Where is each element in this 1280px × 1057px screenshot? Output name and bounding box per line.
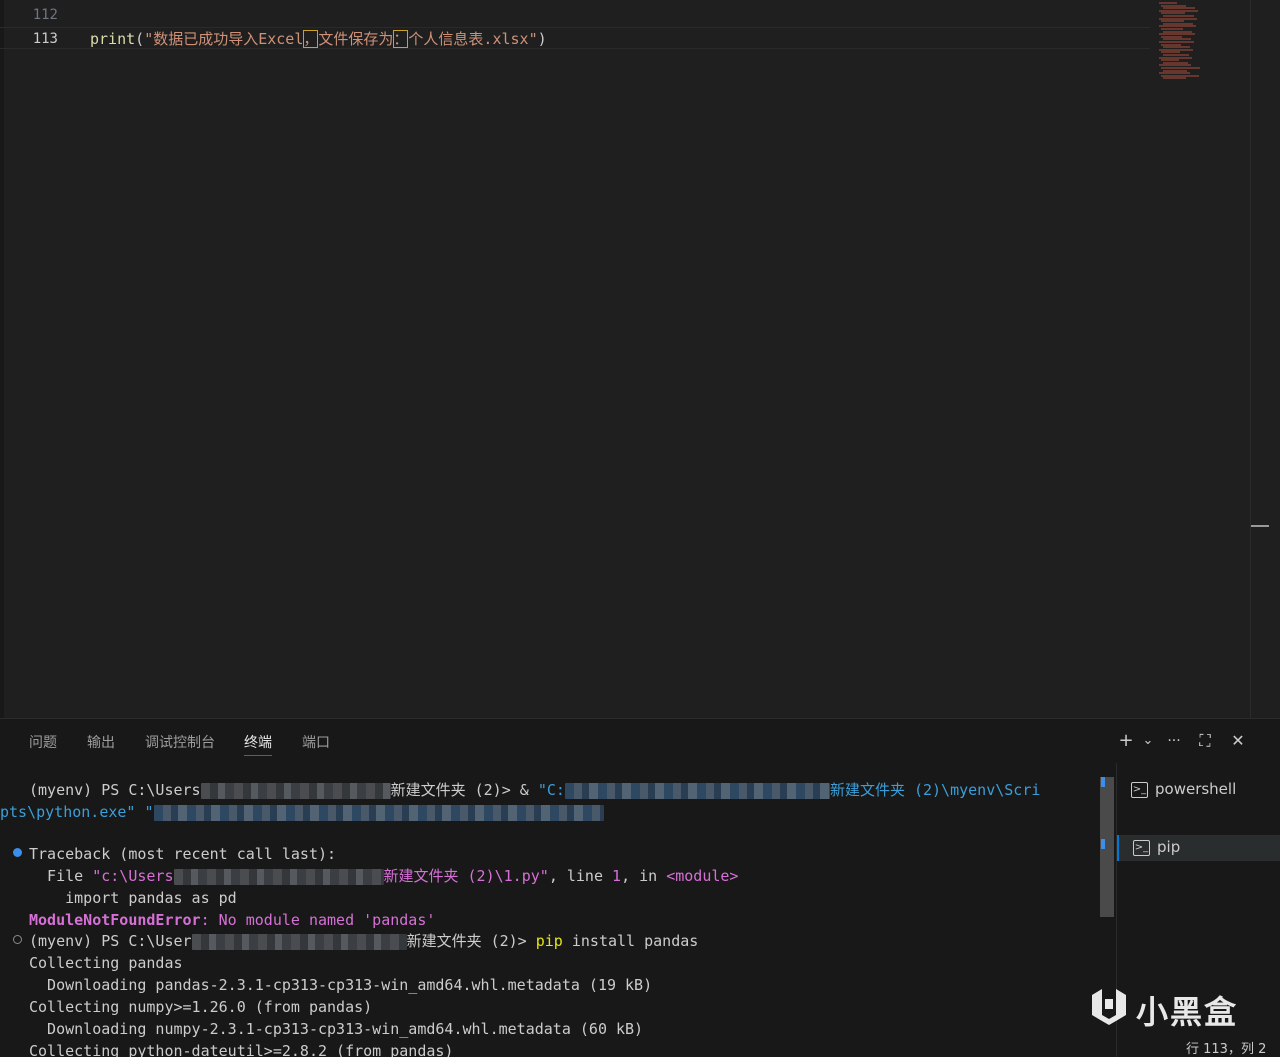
redacted-mosaic bbox=[173, 868, 384, 885]
function-name: print bbox=[90, 30, 136, 48]
code-text[interactable]: print("数据已成功导入Excel，文件保存为：个人信息表.xlsx") bbox=[90, 28, 547, 50]
terminal-line: Collecting numpy>=1.26.0 (from pandas) bbox=[29, 998, 373, 1016]
terminal-tab-label: pip bbox=[1157, 838, 1181, 856]
terminal-line: Traceback (most recent call last): bbox=[29, 845, 337, 863]
open-paren: ( bbox=[135, 30, 145, 48]
heybox-logo-icon bbox=[1092, 989, 1126, 1025]
terminal-line: pts\python.exe" " bbox=[0, 801, 604, 823]
highlighted-fullwidth-colon: ： bbox=[393, 30, 409, 48]
editor-scrollbar[interactable] bbox=[1250, 0, 1280, 718]
redacted-mosaic bbox=[153, 804, 604, 821]
chevron-down-icon[interactable]: ⌄ bbox=[1136, 729, 1160, 753]
terminal-icon: >_ bbox=[1131, 782, 1148, 798]
terminal-tab-pip[interactable]: >_ pip bbox=[1117, 835, 1280, 861]
close-panel-icon[interactable]: ✕ bbox=[1226, 729, 1250, 753]
terminal-line: Collecting python-dateutil>=2.8.2 (from … bbox=[29, 1042, 454, 1057]
redacted-mosaic bbox=[191, 933, 407, 950]
string-part: 文件保存为 bbox=[318, 30, 394, 48]
more-actions-icon[interactable]: ··· bbox=[1162, 729, 1186, 753]
add-terminal-button[interactable]: + bbox=[1114, 729, 1138, 753]
minimap[interactable] bbox=[1155, 0, 1245, 92]
status-cursor-position[interactable]: 行 113，列 2 bbox=[1186, 1042, 1266, 1057]
activity-rail bbox=[0, 0, 4, 718]
maximize-panel-icon[interactable]: ⛶ bbox=[1193, 729, 1217, 753]
tab-problems[interactable]: 问题 bbox=[29, 732, 57, 756]
terminal-tab-powershell[interactable]: >_ powershell bbox=[1117, 777, 1280, 803]
terminal-icon: >_ bbox=[1133, 840, 1150, 856]
code-line-112[interactable]: 112 bbox=[0, 4, 1150, 26]
panel-tabs: 问题 输出 调试控制台 终端 端口 + ⌄ ··· ⛶ ✕ bbox=[0, 719, 1280, 763]
terminal-line: Downloading numpy-2.3.1-cp313-cp313-win_… bbox=[29, 1020, 644, 1038]
terminal-line: Collecting pandas bbox=[29, 954, 183, 972]
close-paren: ) bbox=[537, 30, 547, 48]
command-error-decoration[interactable] bbox=[13, 848, 22, 857]
scrollbar-marker bbox=[1101, 777, 1105, 787]
redacted-mosaic bbox=[564, 782, 830, 799]
tab-terminal[interactable]: 终端 bbox=[244, 732, 272, 756]
line-number: 112 bbox=[32, 7, 58, 23]
terminal-line: Downloading pandas-2.3.1-cp313-cp313-win… bbox=[29, 976, 653, 994]
terminal-line: File "c:\Users 新建文件夹 (2)\1.py", line 1, i… bbox=[29, 867, 739, 885]
terminal-line: (myenv) PS C:\User 新建文件夹 (2)> pip install… bbox=[29, 932, 699, 950]
redacted-mosaic bbox=[200, 782, 391, 799]
string-part: "数据已成功导入Excel bbox=[144, 30, 304, 48]
code-editor[interactable]: 112 113 print("数据已成功导入Excel，文件保存为：个人信息表.… bbox=[0, 0, 1280, 718]
scrollbar-cursor-mark bbox=[1251, 525, 1269, 527]
terminal-tab-label: powershell bbox=[1155, 780, 1237, 798]
command-running-decoration[interactable] bbox=[13, 935, 22, 944]
tab-ports[interactable]: 端口 bbox=[302, 732, 330, 756]
tab-debug-console[interactable]: 调试控制台 bbox=[145, 732, 215, 756]
watermark-text: 小黑盒 bbox=[1136, 993, 1239, 1031]
terminal-output[interactable]: (myenv) PS C:\Users 新建文件夹 (2)> & "C: 新建文件夹… bbox=[0, 777, 1100, 1057]
terminal-line: (myenv) PS C:\Users 新建文件夹 (2)> & "C: 新建文件夹… bbox=[29, 781, 1041, 799]
terminal-line: import pandas as pd bbox=[29, 889, 237, 907]
tab-output[interactable]: 输出 bbox=[87, 732, 115, 756]
code-line-113[interactable]: 113 print("数据已成功导入Excel，文件保存为：个人信息表.xlsx… bbox=[0, 27, 1150, 49]
terminal-line: ModuleNotFoundError: No module named 'pa… bbox=[29, 911, 436, 929]
scrollbar-marker bbox=[1101, 839, 1105, 849]
string-part: 个人信息表.xlsx" bbox=[408, 30, 538, 48]
line-number: 113 bbox=[32, 31, 58, 47]
minimap-line bbox=[1163, 77, 1186, 80]
highlighted-fullwidth-comma: ， bbox=[303, 30, 319, 48]
watermark: 小黑盒 bbox=[1088, 985, 1258, 1031]
